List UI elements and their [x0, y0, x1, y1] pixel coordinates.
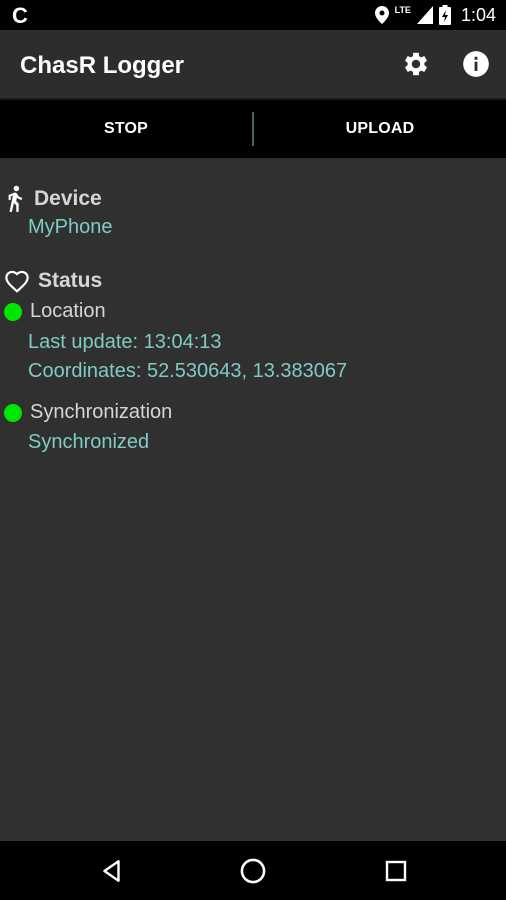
- device-name: MyPhone: [28, 216, 113, 238]
- recents-button[interactable]: [380, 855, 412, 887]
- status-heading: Status: [38, 269, 103, 292]
- status-section-header: Status: [4, 269, 102, 293]
- main-content: Device MyPhone Status Location Last upda…: [0, 158, 506, 841]
- location-label: Location: [30, 300, 106, 322]
- device-heading: Device: [34, 187, 102, 210]
- app-title: ChasR Logger: [20, 52, 185, 79]
- home-icon: [240, 858, 266, 884]
- app-notification-icon: C: [12, 3, 28, 28]
- recents-icon: [385, 860, 407, 882]
- sync-status-indicator: [4, 403, 22, 422]
- clock: 1:04: [460, 4, 496, 25]
- back-button[interactable]: [96, 855, 128, 887]
- settings-icon: [405, 52, 427, 76]
- app-bar: ChasR Logger: [0, 30, 506, 98]
- location-status-row: Location: [4, 300, 106, 323]
- navigation-bar: [0, 841, 506, 900]
- sync-label: Synchronization: [30, 401, 173, 423]
- home-button[interactable]: [237, 855, 269, 887]
- info-icon: [463, 51, 489, 77]
- status-bar: C LTE 1:04: [0, 0, 506, 30]
- location-coordinates: Coordinates: 52.530643, 13.383067: [28, 360, 348, 382]
- upload-button[interactable]: UPLOAD: [254, 100, 506, 158]
- device-section-header: Device: [4, 184, 102, 214]
- network-type-label: LTE: [394, 5, 411, 15]
- location-last-update: Last update: 13:04:13: [28, 331, 222, 353]
- action-button-bar: STOP UPLOAD: [0, 100, 506, 158]
- settings-button[interactable]: [400, 48, 432, 80]
- back-icon: [103, 860, 120, 882]
- sync-state: Synchronized: [28, 431, 150, 453]
- info-button[interactable]: [460, 48, 492, 80]
- stop-button[interactable]: STOP: [0, 100, 252, 158]
- sync-status-row: Synchronization: [4, 401, 172, 424]
- heart-icon: [5, 270, 29, 293]
- status-icons: LTE 1:04: [374, 4, 496, 25]
- battery-icon: [438, 5, 451, 25]
- location-status-indicator: [4, 302, 22, 321]
- location-icon: [374, 6, 389, 24]
- signal-icon: [416, 6, 433, 24]
- walking-person-icon: [8, 185, 22, 212]
